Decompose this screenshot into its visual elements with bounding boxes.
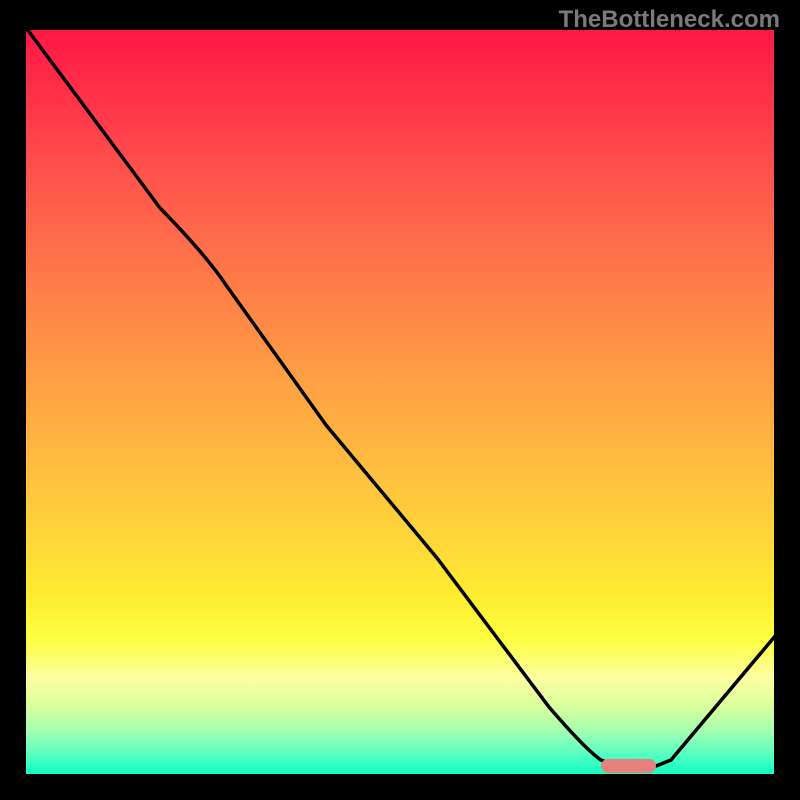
plot-area [26,30,774,774]
minimum-marker [601,759,656,773]
chart-container: TheBottleneck.com [0,0,800,800]
curve-path [26,30,774,767]
bottleneck-curve [26,30,774,774]
watermark-text: TheBottleneck.com [559,6,780,34]
